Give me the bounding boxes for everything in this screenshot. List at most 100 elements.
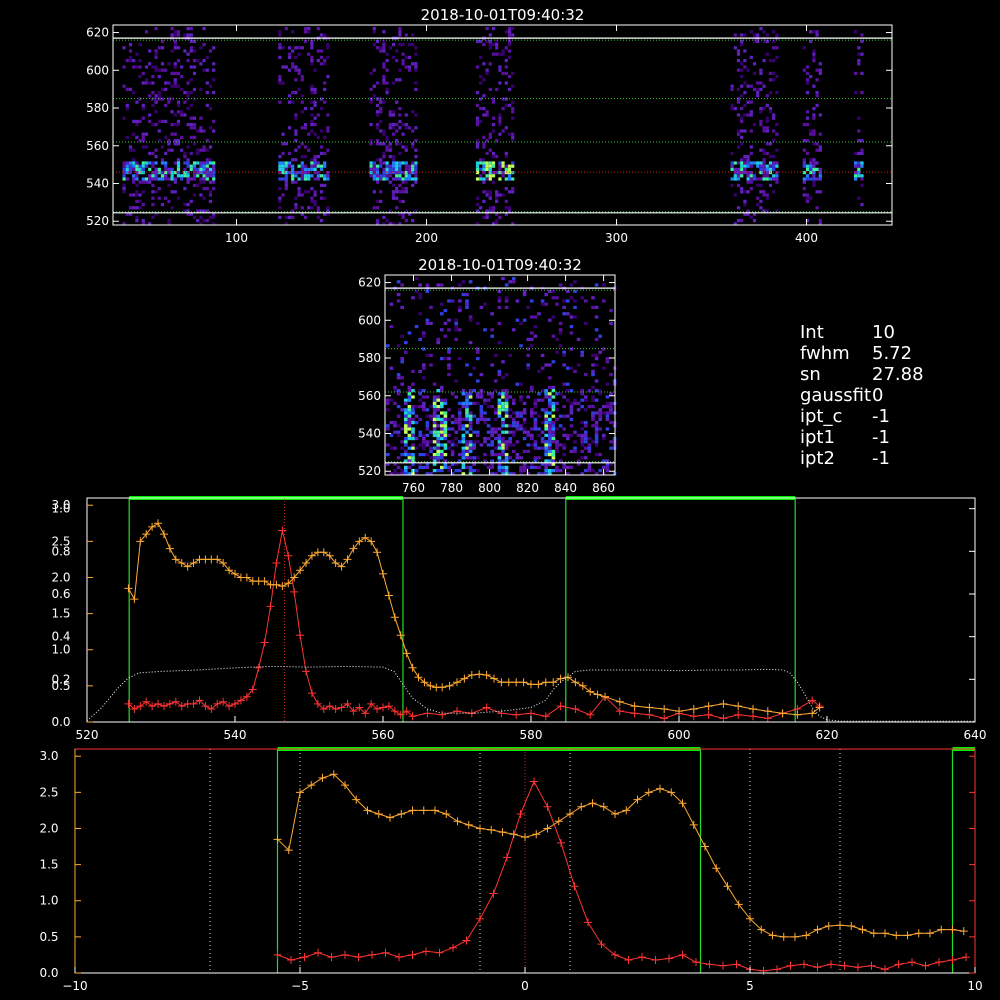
heatmap-cell: [854, 177, 858, 181]
heatmap-cell: [548, 430, 552, 434]
heatmap-cell: [396, 373, 401, 377]
heatmap-cell: [212, 46, 216, 50]
heatmap-cell: [501, 71, 505, 75]
heatmap-cell: [733, 161, 737, 165]
heatmap-cell: [138, 164, 142, 168]
red-data-point: [570, 882, 579, 891]
heatmap-cell: [743, 203, 747, 207]
orange-data-point: [487, 825, 496, 834]
heatmap-cell: [458, 440, 462, 444]
heatmap-cell: [167, 177, 171, 181]
orange-data-point: [556, 674, 565, 683]
heatmap-cell: [594, 337, 599, 341]
heatmap-cell: [125, 107, 129, 111]
heatmap-cell: [440, 443, 444, 447]
heatmap-cell: [372, 174, 376, 178]
red-data-point: [254, 663, 263, 672]
heatmap-cell: [414, 164, 418, 168]
heatmap-cell: [385, 148, 389, 152]
heatmap-cell: [135, 167, 139, 171]
heatmap-cell: [465, 401, 469, 405]
heatmap-cell: [569, 401, 574, 405]
heatmap-cell: [164, 177, 168, 181]
heatmap-cell: [186, 52, 190, 56]
heatmap-cell: [860, 174, 864, 178]
heatmap-cell: [189, 135, 193, 139]
heatmap-cell: [805, 65, 810, 69]
heatmap-cell: [857, 196, 861, 200]
heatmap-cell: [468, 411, 473, 415]
heatmap-cell: [132, 193, 136, 197]
heatmap-cell: [594, 357, 599, 361]
heatmap-cell: [141, 116, 145, 120]
heatmap-cell: [300, 110, 304, 114]
heatmap-cell: [802, 161, 806, 165]
heatmap-cell: [382, 167, 386, 171]
y-tick-label: 560: [358, 389, 381, 403]
y-tick-label: 0.0: [51, 715, 70, 729]
heatmap-cell: [414, 277, 419, 281]
heatmap-cell: [733, 177, 737, 181]
heatmap-cell: [488, 33, 492, 37]
heatmap-cell: [501, 107, 505, 111]
heatmap-cell: [418, 430, 422, 434]
heatmap-cell: [609, 440, 613, 444]
heatmap-cell: [605, 427, 610, 431]
heatmap-cell: [490, 395, 494, 399]
heatmap-cell: [736, 52, 741, 56]
heatmap-cell: [762, 190, 766, 194]
heatmap-cell: [196, 219, 200, 223]
heatmap-cell: [497, 446, 502, 450]
heatmap-cell: [759, 167, 763, 171]
heatmap-cell: [135, 100, 139, 104]
heatmap-cell: [519, 414, 523, 418]
heatmap-cell: [326, 148, 330, 152]
heatmap-cell: [414, 52, 418, 56]
orange-data-point: [554, 817, 563, 826]
heatmap-cell: [740, 116, 744, 120]
heatmap-cell: [756, 196, 760, 200]
heatmap-cell: [154, 100, 158, 104]
heatmap-cell: [497, 433, 502, 437]
heatmap-cell: [313, 87, 317, 91]
heatmap-cell: [743, 161, 747, 165]
heatmap-cell: [303, 215, 308, 219]
heatmap-cell: [167, 219, 171, 223]
heatmap-cell: [189, 126, 193, 130]
heatmap-cell: [192, 123, 197, 127]
heatmap-cell: [504, 440, 509, 444]
heatmap-cell: [573, 446, 577, 450]
heatmap-cell: [432, 382, 437, 386]
heatmap-cell: [183, 100, 187, 104]
heatmap-cell: [486, 443, 491, 447]
red-data-point: [341, 950, 349, 959]
heatmap-cell: [316, 59, 320, 63]
heatmap-cell: [501, 440, 505, 444]
heatmap-cell: [512, 401, 516, 405]
heatmap-cell: [548, 421, 552, 425]
heatmap-cell: [164, 161, 168, 165]
heatmap-cell: [730, 183, 734, 187]
heatmap-cell: [486, 392, 491, 396]
info-value: 27.88: [872, 364, 924, 385]
heatmap-cell: [407, 408, 412, 412]
heatmap-cell: [141, 203, 145, 207]
heatmap-cell: [802, 187, 806, 191]
heatmap-cell: [404, 459, 408, 463]
heatmap-cell: [310, 91, 314, 95]
heatmap-cell: [486, 424, 491, 428]
x-tick-label: 5: [746, 979, 754, 993]
red-data-point: [556, 702, 565, 711]
heatmap-cell: [482, 94, 486, 98]
heatmap-cell: [310, 161, 314, 165]
heatmap-cell: [522, 465, 527, 469]
heatmap-cell: [458, 459, 462, 463]
heatmap-cell: [818, 167, 822, 171]
heatmap-cell: [422, 405, 426, 409]
heatmap-cell: [148, 113, 152, 117]
orange-data-point: [791, 932, 799, 941]
heatmap-cell: [544, 427, 548, 431]
heatmap-cell: [411, 405, 415, 409]
heatmap-cell: [805, 177, 810, 181]
orange-data-point: [374, 810, 383, 819]
